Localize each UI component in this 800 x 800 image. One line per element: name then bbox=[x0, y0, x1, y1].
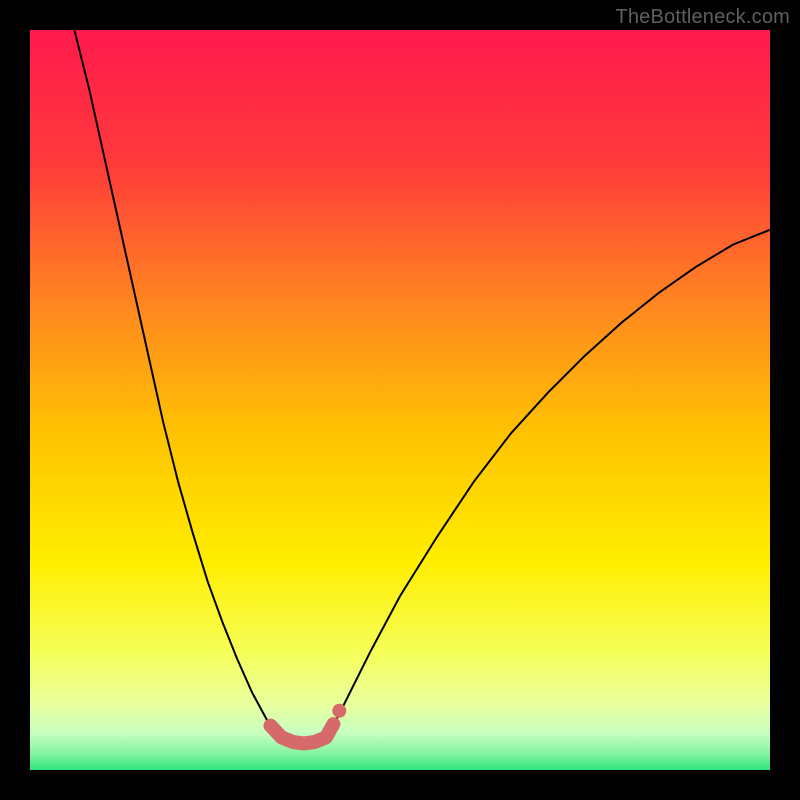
chart-svg bbox=[30, 30, 770, 770]
gradient-background bbox=[30, 30, 770, 770]
outer-frame: TheBottleneck.com bbox=[0, 0, 800, 800]
plot-area bbox=[30, 30, 770, 770]
watermark-text: TheBottleneck.com bbox=[615, 6, 790, 29]
valley-end-dot bbox=[332, 704, 346, 718]
